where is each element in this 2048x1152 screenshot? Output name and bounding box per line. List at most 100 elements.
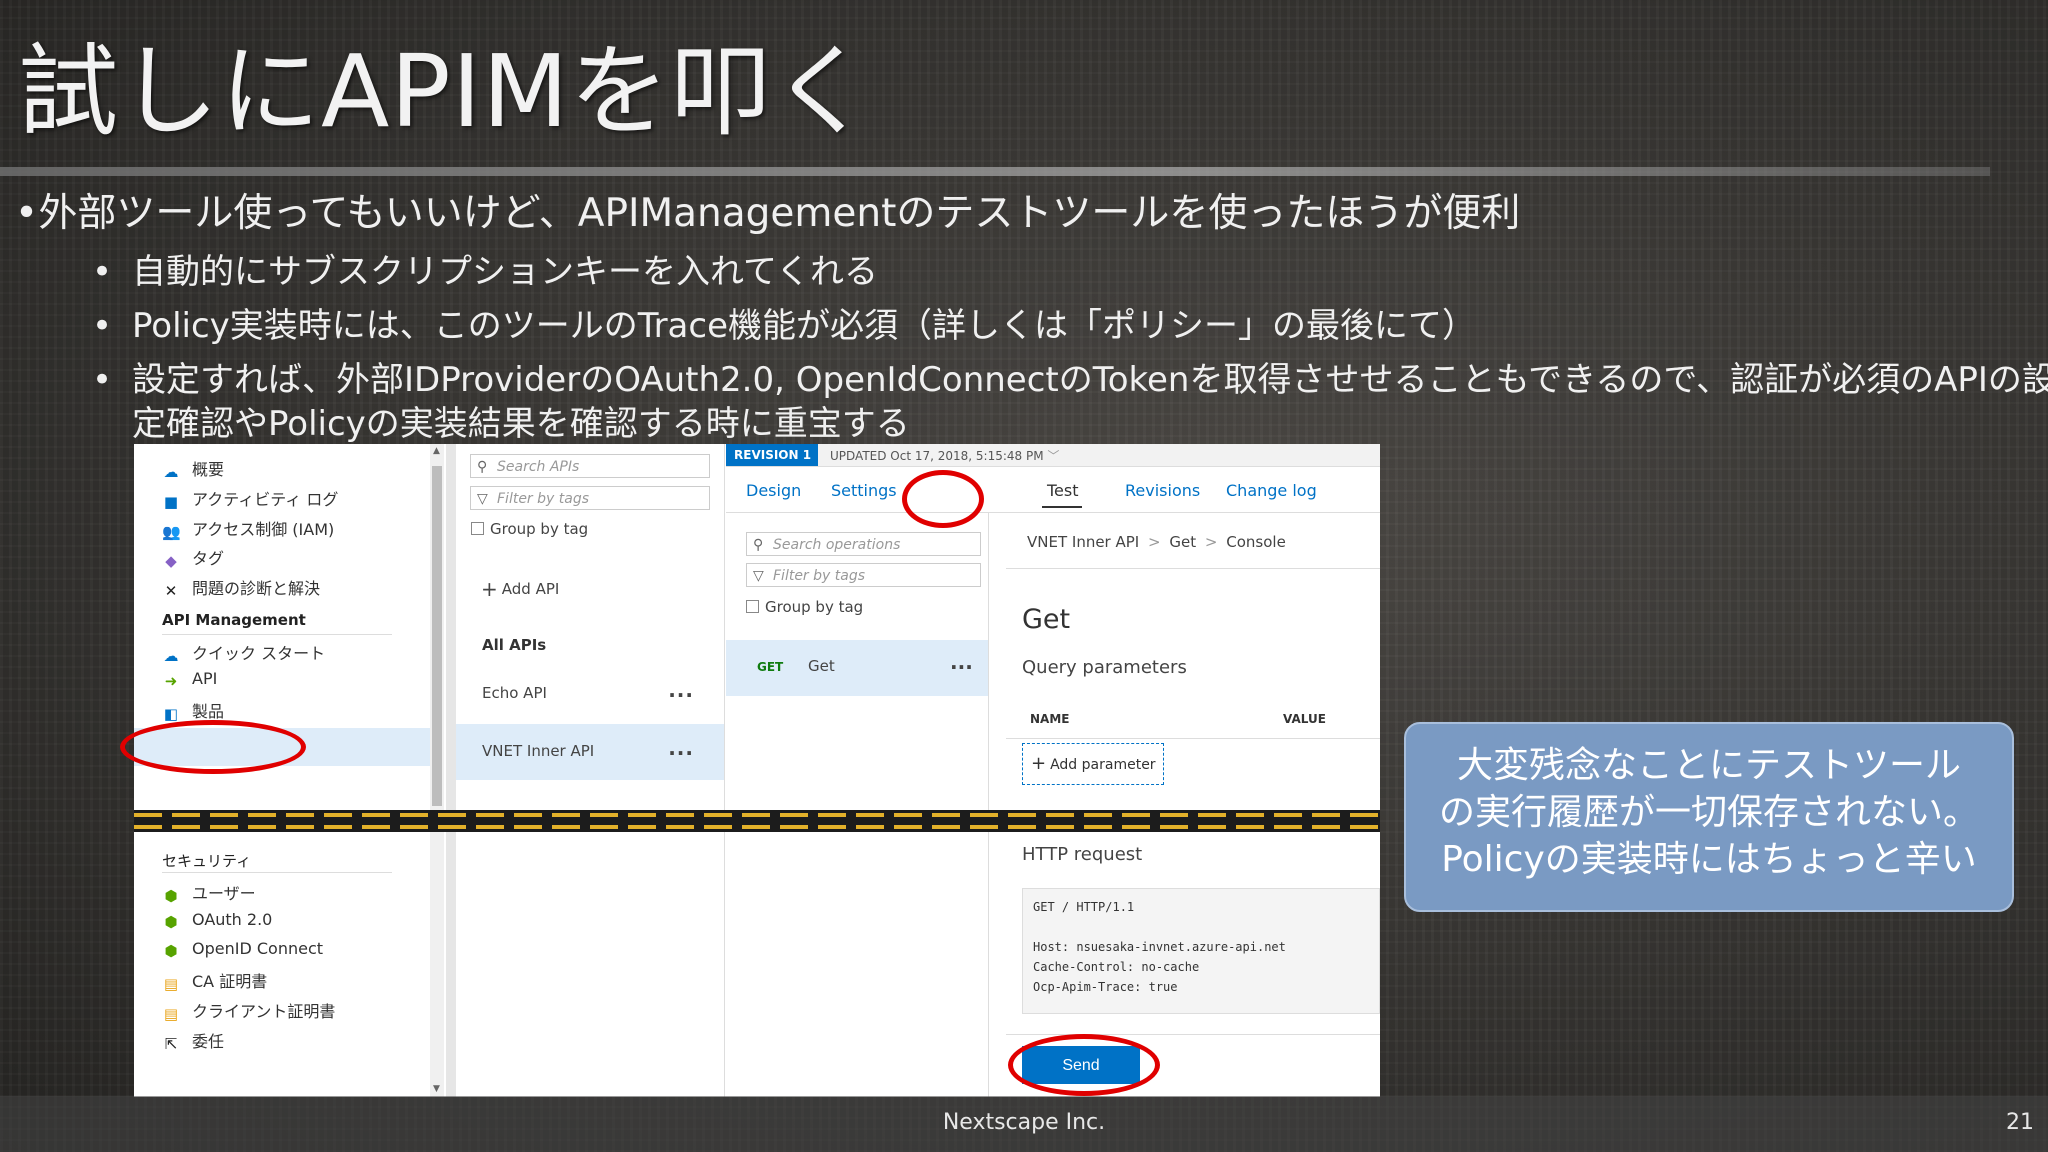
- tab-change-log[interactable]: Change log: [1226, 481, 1317, 500]
- request-line: GET / HTTP/1.1: [1033, 900, 1135, 914]
- nav-item-label: 問題の診断と解決: [192, 579, 321, 598]
- bullet-glyph: •: [92, 306, 113, 346]
- nav-item-label: クイック スタート: [192, 644, 326, 663]
- bullet-sub-3-text: 設定すれば、外部IDProviderのOAuth2.0, OpenIdConne…: [132, 360, 2048, 400]
- tab-design[interactable]: Design: [746, 481, 801, 500]
- request-header: Ocp-Apim-Trace: true: [1033, 980, 1178, 994]
- nav-item-openid[interactable]: ⬢ OpenID Connect: [162, 939, 324, 960]
- scroll-up-icon[interactable]: ▲: [433, 446, 440, 456]
- column-header-name: NAME: [1030, 712, 1070, 726]
- nav-item-overview[interactable]: ☁ 概要: [162, 456, 225, 481]
- cube-icon: ◧: [163, 705, 179, 723]
- nav-item-label: ユーザー: [192, 884, 256, 903]
- http-request-preview: GET / HTTP/1.1 Host: nsuesaka-invnet.azur…: [1022, 888, 1380, 1014]
- api-search-input[interactable]: ⚲ Search APIs: [470, 454, 710, 478]
- operation-filter-placeholder: Filter by tags: [773, 568, 866, 584]
- api-search-placeholder: Search APIs: [497, 459, 580, 475]
- people-icon: 👥: [162, 523, 181, 541]
- tab-test[interactable]: Test: [1047, 481, 1079, 500]
- all-apis-heading: All APIs: [482, 636, 547, 654]
- breadcrumb-api[interactable]: VNET Inner API: [1027, 533, 1139, 551]
- chevron-down-icon[interactable]: ﹀: [1047, 449, 1059, 463]
- slide-title: 試しにAPIMを叩く: [18, 33, 873, 150]
- bullet-main-text: 外部ツール使ってもいいけど、APIManagementのテストツールを使ったほう…: [38, 191, 1521, 236]
- request-header: Host: nsuesaka-invnet.azure-api.net: [1033, 940, 1286, 954]
- nav-item-delegation[interactable]: ⇱ 委任: [162, 1028, 225, 1053]
- checkbox-icon: [746, 600, 759, 613]
- dashed-line: [134, 813, 1380, 817]
- api-name: Echo API: [482, 684, 547, 702]
- highlight-ring-api-nav: [120, 720, 306, 774]
- more-icon[interactable]: ...: [950, 650, 973, 674]
- nav-item-api[interactable]: ➜ API: [162, 669, 218, 690]
- nav-item-ca-certs[interactable]: ▤ CA 証明書: [162, 968, 267, 993]
- bullet-main: •外部ツール使ってもいいけど、APIManagementのテストツールを使ったほ…: [15, 182, 1520, 238]
- omitted-section-marker: [134, 810, 1380, 832]
- nav-item-users[interactable]: ⬢ ユーザー: [162, 880, 256, 905]
- api-name: VNET Inner API: [482, 742, 595, 760]
- highlight-ring-send-button: [1008, 1034, 1160, 1096]
- nav-item-label: アクティビティ ログ: [192, 490, 339, 509]
- azure-portal-screenshot: ☁ 概要 ■ アクティビティ ログ 👥 アクセス制御 (IAM) ◆ タグ ✕ 問題の診断…: [134, 444, 1380, 1097]
- add-parameter-button[interactable]: + Add parameter: [1022, 743, 1164, 785]
- nav-item-client-certs[interactable]: ▤ クライアント証明書: [162, 998, 335, 1023]
- filter-icon: ▽: [753, 568, 764, 584]
- nav-item-products[interactable]: ◧ 製品: [162, 698, 225, 723]
- arrow-icon: ➜: [164, 672, 178, 690]
- nav-item-label: OAuth 2.0: [192, 910, 273, 929]
- nav-item-oauth[interactable]: ⬢ OAuth 2.0: [162, 910, 273, 931]
- nav-item-label: OpenID Connect: [192, 939, 324, 958]
- api-row-echo[interactable]: Echo API...: [456, 666, 724, 722]
- breadcrumb-separator: >: [1204, 533, 1218, 551]
- nav-item-diagnose[interactable]: ✕ 問題の診断と解決: [162, 575, 321, 600]
- more-icon[interactable]: ...: [668, 678, 694, 702]
- api-filter-input[interactable]: ▽ Filter by tags: [470, 486, 710, 510]
- api-group-by-tag-checkbox[interactable]: Group by tag: [471, 520, 588, 538]
- checkbox-icon: [471, 522, 484, 535]
- nav-item-quickstart[interactable]: ☁ クイック スタート: [162, 640, 326, 665]
- nav-item-label: タグ: [192, 549, 225, 568]
- operation-group-by-tag-checkbox[interactable]: Group by tag: [746, 598, 863, 616]
- callout-line: 大変残念なことにテストツール: [1456, 745, 1961, 786]
- shield-icon: ⬢: [164, 913, 178, 931]
- tab-settings[interactable]: Settings: [831, 481, 897, 500]
- operation-heading: Get: [1022, 604, 1071, 635]
- scroll-down-icon[interactable]: ▼: [433, 1084, 440, 1094]
- operation-search-input[interactable]: ⚲ Search operations: [746, 532, 981, 556]
- request-header: Cache-Control: no-cache: [1033, 960, 1200, 974]
- nav-section-api-management: API Management: [162, 611, 306, 629]
- nav-item-tags[interactable]: ◆ タグ: [162, 545, 225, 570]
- nav-item-activity-log[interactable]: ■ アクティビティ ログ: [162, 486, 339, 511]
- api-list-gutter: [446, 444, 456, 1097]
- shield-icon: ⬢: [164, 887, 178, 905]
- delegate-icon: ⇱: [164, 1035, 178, 1053]
- search-icon: ⚲: [753, 537, 764, 553]
- bullet-sub-3: • 設定すれば、外部IDProviderのOAuth2.0, OpenIdConn…: [92, 352, 2048, 401]
- nav-item-label: 製品: [192, 702, 225, 721]
- nav-item-label: 委任: [192, 1032, 225, 1051]
- active-tab-indicator: [1042, 506, 1082, 508]
- plus-icon: +: [1031, 753, 1047, 774]
- add-parameter-label: Add parameter: [1050, 757, 1156, 773]
- breadcrumb-operation[interactable]: Get: [1169, 533, 1196, 551]
- footer-company: Nextscape Inc.: [942, 1110, 1106, 1135]
- column-header-value: VALUE: [1283, 712, 1326, 726]
- certificate-icon: ▤: [163, 1005, 179, 1023]
- nav-item-iam[interactable]: 👥 アクセス制御 (IAM): [162, 516, 334, 541]
- filter-icon: ▽: [477, 491, 488, 507]
- breadcrumb-divider: [1006, 568, 1380, 569]
- bullet-sub-2: • Policy実装時には、このツールのTrace機能が必須（詳しくは「ポリシー」…: [92, 298, 1476, 347]
- callout-note: 大変残念なことにテストツール の実行履歴が一切保存されない。 Policyの実装…: [1404, 722, 2014, 912]
- checkbox-label: Group by tag: [490, 520, 589, 538]
- api-row-vnet-inner[interactable]: VNET Inner API...: [456, 724, 724, 780]
- shield-icon: ⬢: [164, 942, 178, 960]
- add-api-button[interactable]: + Add API: [481, 577, 559, 601]
- nav-scrollbar-thumb[interactable]: [432, 466, 442, 806]
- revision-badge[interactable]: REVISION 1: [726, 444, 818, 466]
- more-icon[interactable]: ...: [668, 736, 694, 760]
- tag-icon: ◆: [165, 552, 177, 570]
- tab-revisions[interactable]: Revisions: [1125, 481, 1200, 500]
- http-method-badge: GET: [757, 660, 784, 674]
- cloud-icon: ☁: [163, 463, 179, 481]
- operation-filter-input[interactable]: ▽ Filter by tags: [746, 563, 981, 587]
